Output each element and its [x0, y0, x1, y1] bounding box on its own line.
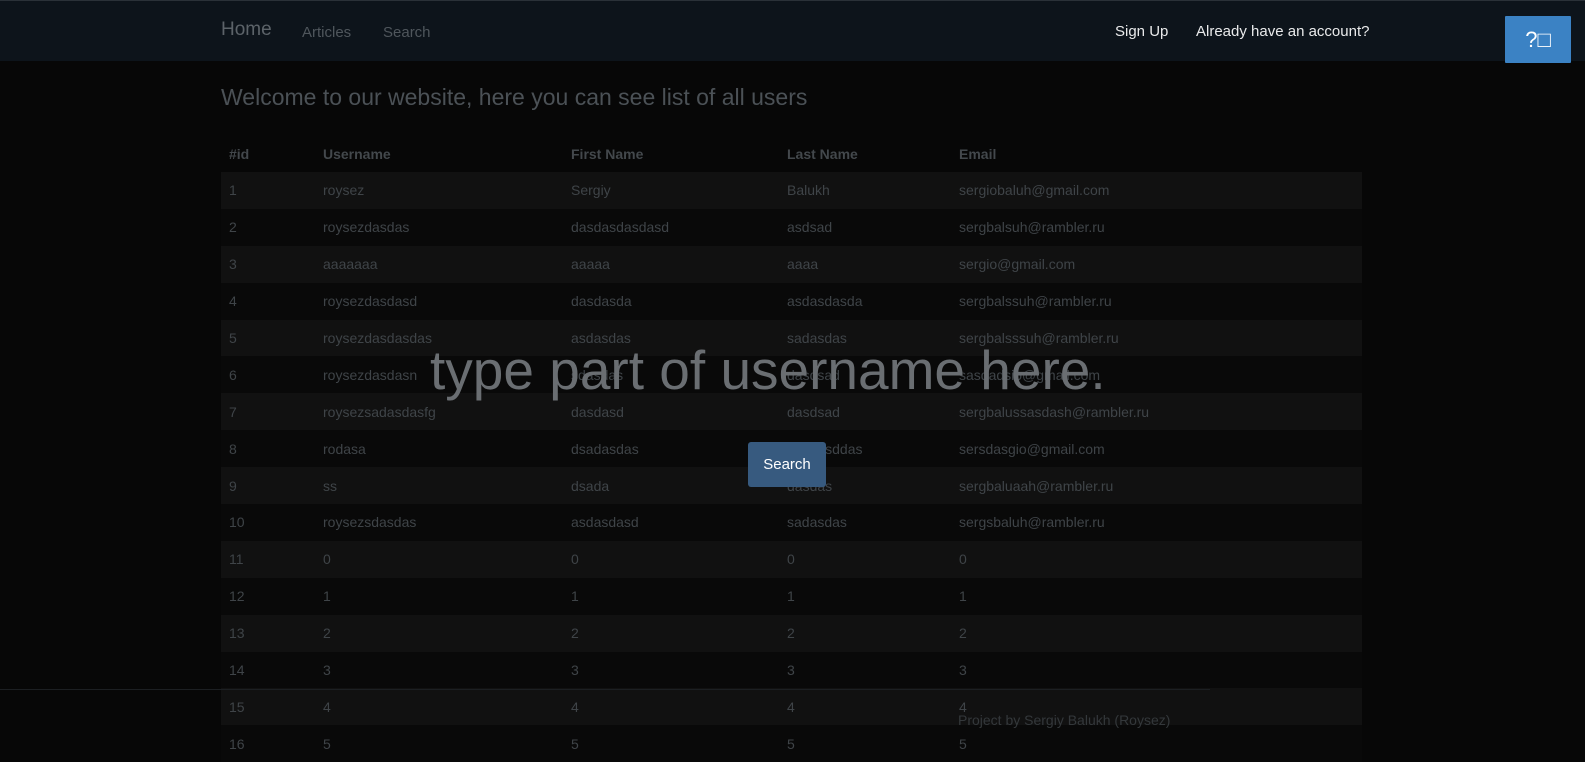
cell-id: 9	[229, 477, 237, 494]
cell-first-name: dasdasda	[571, 293, 632, 310]
cell-first-name: asdasdasd	[571, 514, 639, 531]
cell-first-name: 2	[571, 625, 579, 642]
cell-username: ss	[323, 477, 337, 494]
cell-username: aaaaaaa	[323, 256, 378, 273]
cell-id: 7	[229, 403, 237, 420]
cell-first-name: 0	[571, 551, 579, 568]
signup-link[interactable]: Sign Up	[1115, 23, 1168, 40]
table-row: 16 5 5 5 5	[221, 725, 1362, 762]
column-header-first-name: First Name	[571, 145, 644, 162]
cell-id: 15	[229, 698, 245, 715]
cell-first-name: dsadasdas	[571, 440, 639, 457]
cell-first-name: 3	[571, 662, 579, 679]
column-header-username: Username	[323, 145, 391, 162]
cell-username: 2	[323, 625, 331, 642]
cell-username: 5	[323, 735, 331, 752]
cell-id: 5	[229, 330, 237, 346]
cell-id: 4	[229, 293, 237, 310]
nav-search-link[interactable]: Search	[383, 24, 431, 41]
cell-first-name: 4	[571, 698, 579, 715]
search-button[interactable]: Search	[748, 442, 826, 487]
cell-username: roysezdasdas	[323, 219, 410, 236]
cell-id: 8	[229, 440, 237, 457]
table-row: 2 roysezdasdas dasdasdasdasd asdsad sergbals…	[221, 208, 1362, 246]
footer-credit: Project by Sergiy Balukh (Roysez)	[958, 712, 1171, 728]
help-button[interactable]: ?□	[1505, 16, 1571, 63]
cell-email: sergbalsuh@rambler.ru	[959, 219, 1105, 236]
page-title: Welcome to our website, here you can see…	[221, 84, 808, 110]
search-prompt[interactable]: type part of username here.	[430, 338, 1106, 402]
help-button-label: ?□	[1525, 26, 1551, 52]
cell-id: 3	[229, 256, 237, 273]
cell-id: 2	[229, 219, 237, 236]
cell-last-name: 0	[787, 551, 795, 568]
table-row: 4 roysezdasdasd dasdasda asdasdasda sergbals…	[221, 282, 1362, 320]
cell-username: 0	[323, 551, 331, 568]
cell-last-name: 1	[787, 588, 795, 605]
column-header-last-name: Last Name	[787, 145, 858, 162]
cell-email: sergbaluaah@rambler.ru	[959, 477, 1114, 494]
table-row: 13 2 2 2 2	[221, 614, 1362, 652]
table-row: 10 roysezsdasdas asdasdasd sadasdas sergsbal…	[221, 504, 1362, 541]
cell-email: sersdasgio@gmail.com	[959, 440, 1105, 457]
cell-username: 3	[323, 662, 331, 679]
cell-id: 16	[229, 735, 245, 752]
cell-email: sergsbaluh@rambler.ru	[959, 514, 1105, 531]
table-row: 14 3 3 3 3	[221, 651, 1362, 689]
cell-email: sergbalssuh@rambler.ru	[959, 293, 1112, 310]
cell-email: 5	[959, 735, 967, 752]
cell-first-name: 1	[571, 588, 579, 605]
cell-email: sergiobaluh@gmail.com	[959, 182, 1110, 199]
cell-first-name: Sergiy	[571, 182, 611, 199]
login-link[interactable]: Already have an account?	[1196, 23, 1369, 40]
table-row: 15 4 4 4 4	[221, 688, 1362, 726]
cell-username: roysezdasdasd	[323, 293, 418, 310]
table-row: 11 0 0 0 0	[221, 540, 1362, 578]
cell-username: roysez	[323, 182, 365, 199]
cell-username: 4	[323, 698, 331, 715]
cell-first-name: aaaaa	[571, 256, 610, 273]
cell-last-name: 3	[787, 662, 795, 679]
footer-divider	[0, 689, 1210, 690]
navbar: Home Articles Search Sign Up Already hav…	[0, 0, 1585, 61]
cell-first-name: 5	[571, 735, 579, 752]
cell-email: 1	[959, 588, 967, 605]
cell-last-name: 4	[787, 698, 795, 715]
cell-email: sergio@gmail.com	[959, 256, 1076, 273]
table-row: 1 roysez Sergiy Balukh sergiobaluh@gmail.com	[221, 172, 1362, 209]
cell-last-name: 5	[787, 735, 795, 752]
cell-last-name: asdasdasda	[787, 293, 863, 310]
nav-articles-link[interactable]: Articles	[302, 24, 351, 41]
column-header-email: Email	[959, 145, 997, 162]
cell-id: 1	[229, 182, 237, 199]
cell-last-name: 2	[787, 625, 795, 642]
cell-id: 10	[229, 514, 245, 531]
table-row: 3 aaaaaaa aaaaa aaaa sergio@gmail.com	[221, 245, 1362, 283]
cell-username: 1	[323, 588, 331, 605]
cell-last-name: Balukh	[787, 182, 830, 199]
table-header-row: #id Username First Name Last Name Email	[221, 135, 1362, 172]
nav-home-link[interactable]: Home	[221, 19, 272, 41]
cell-first-name: dasdasdasdasd	[571, 219, 670, 236]
table-row: 12 1 1 1 1	[221, 577, 1362, 615]
column-header-id: #id	[229, 145, 250, 162]
cell-last-name: aaaa	[787, 256, 819, 273]
cell-username: roysezsdasdas	[323, 514, 417, 531]
cell-email: 3	[959, 662, 967, 679]
cell-id: 12	[229, 588, 245, 605]
cell-email: 2	[959, 625, 967, 642]
cell-id: 11	[229, 551, 244, 568]
cell-last-name: asdsad	[787, 219, 833, 236]
cell-first-name: dsada	[571, 477, 610, 494]
cell-email: 0	[959, 551, 967, 568]
cell-last-name: sadasdas	[787, 514, 847, 531]
cell-id: 6	[229, 366, 237, 383]
cell-username: rodasa	[323, 440, 366, 457]
cell-id: 14	[229, 662, 245, 679]
cell-id: 13	[229, 625, 245, 642]
